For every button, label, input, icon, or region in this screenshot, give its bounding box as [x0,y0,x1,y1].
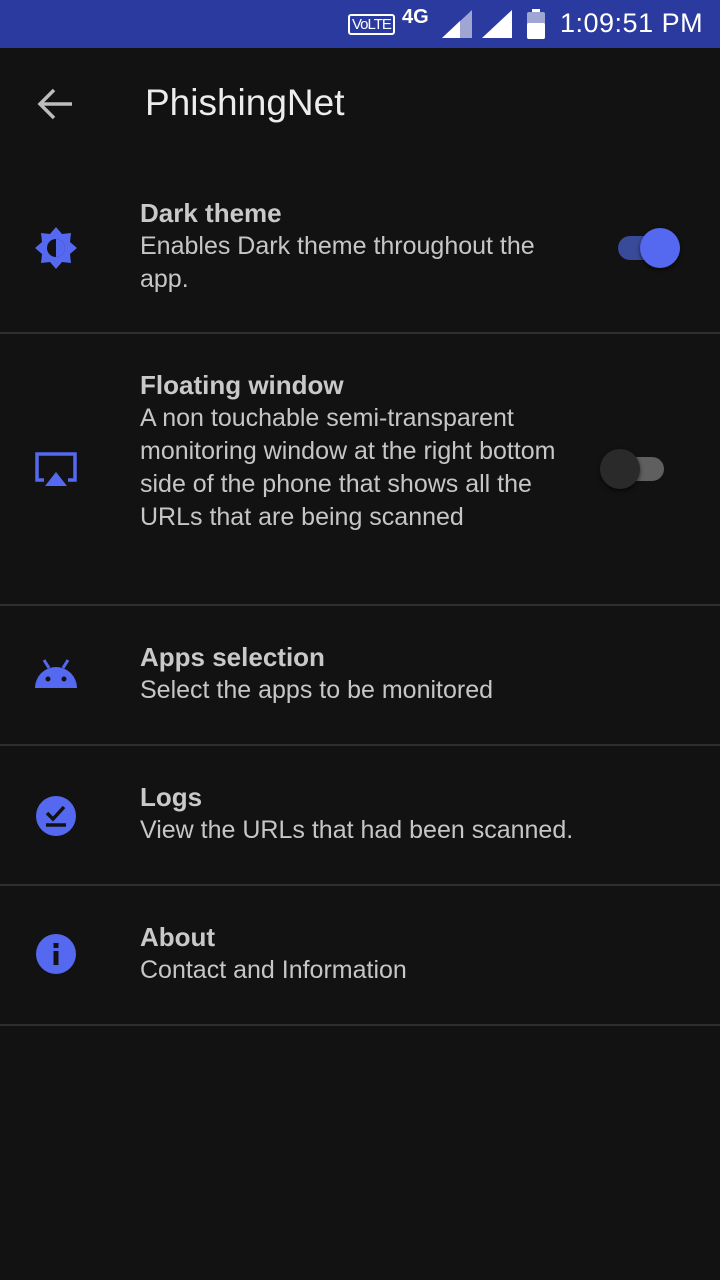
setting-title: About [140,922,216,952]
setting-title: Floating window [140,370,344,400]
setting-subtitle: Contact and Information [140,956,407,984]
network-type: 4G [402,6,429,28]
status-bar: VoLTE 4G 1:09:51 PM [0,0,720,48]
setting-floating-window[interactable]: Floating window A non touchable semi-tra… [0,334,720,606]
airplay-icon [34,448,78,492]
setting-title: Apps selection [140,642,325,672]
setting-title: Logs [140,782,203,812]
settings-list: Dark theme Enables Dark theme throughout… [0,160,720,1026]
setting-title: Dark theme [140,198,282,228]
brightness-icon [34,226,78,270]
setting-subtitle: A non touchable semi-transparent monitor… [140,404,556,531]
signal-icon [442,10,472,43]
page-title: PhishingNet [145,82,345,123]
setting-dark-theme[interactable]: Dark theme Enables Dark theme throughout… [0,160,720,334]
signal-icon [482,10,512,43]
setting-about[interactable]: About Contact and Information [0,886,720,1026]
setting-apps-selection[interactable]: Apps selection Select the apps to be mon… [0,606,720,746]
floating-window-toggle[interactable] [598,444,668,490]
check-circle-icon [34,794,78,838]
back-button[interactable] [30,84,82,124]
setting-subtitle: View the URLs that had been scanned. [140,816,574,844]
app-bar: PhishingNet [0,48,720,160]
info-icon [34,932,78,976]
arrow-back-icon [37,88,72,120]
setting-subtitle: Enables Dark theme throughout the app. [140,232,535,293]
setting-subtitle: Select the apps to be monitored [140,676,494,704]
setting-logs[interactable]: Logs View the URLs that had been scanned… [0,746,720,886]
dark-theme-toggle[interactable] [614,223,684,269]
clock: 1:09:51 PM [560,8,704,38]
battery-icon [526,9,546,44]
android-icon [34,654,78,698]
volte-indicator: VoLTE [348,14,395,35]
